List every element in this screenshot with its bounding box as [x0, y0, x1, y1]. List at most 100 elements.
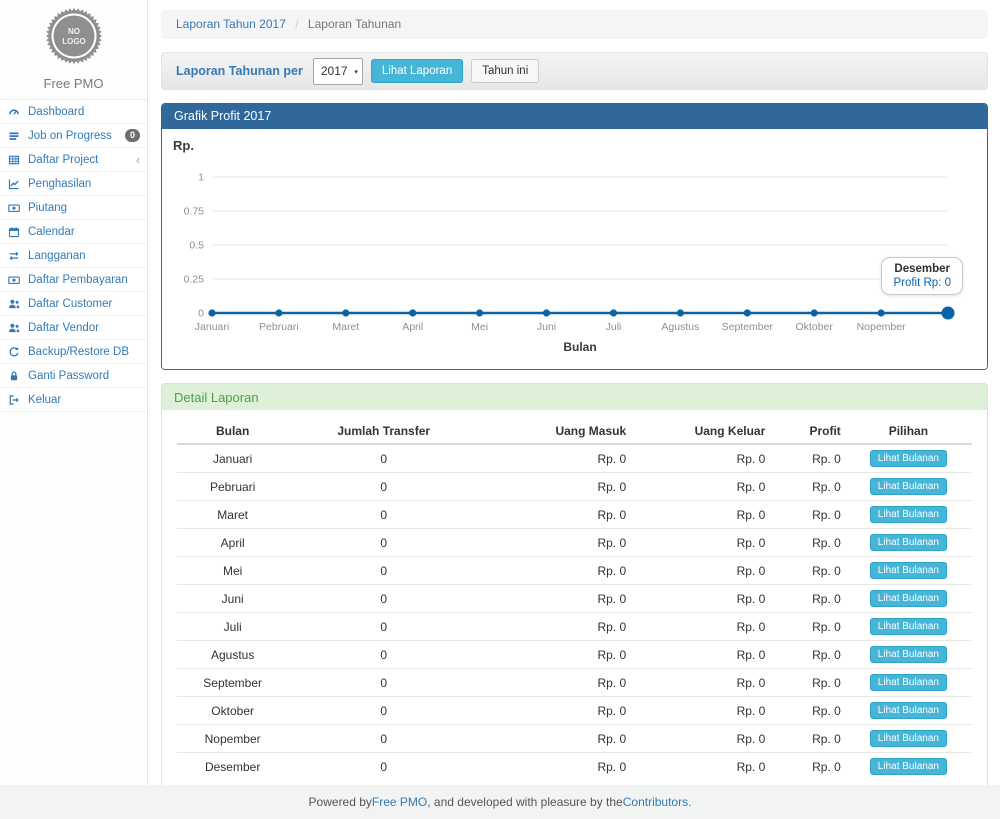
month-cell: Mei: [177, 557, 288, 585]
sidebar-item-label: Job on Progress: [28, 130, 112, 142]
pilihan-cell: Lihat Bulanan: [845, 697, 972, 725]
sidebar-item-keluar[interactable]: Keluar: [0, 388, 147, 412]
sidebar-item-job-on-progress[interactable]: Job on Progress 0: [0, 124, 147, 148]
lihat-bulanan-button[interactable]: Lihat Bulanan: [870, 618, 947, 635]
contributors-link[interactable]: Contributors.: [623, 795, 692, 809]
table-row: Januari0Rp. 0Rp. 0Rp. 0Lihat Bulanan: [177, 444, 972, 473]
svg-text:0.75: 0.75: [184, 206, 205, 218]
sidebar: NOLOGO Free PMO DashboardJob on Progress…: [0, 0, 148, 785]
chevron-left-icon: ‹: [136, 154, 140, 166]
exchange-icon: [8, 250, 23, 262]
lihat-bulanan-button[interactable]: Lihat Bulanan: [870, 758, 947, 775]
lihat-bulanan-button[interactable]: Lihat Bulanan: [870, 646, 947, 663]
uang-masuk-cell: Rp. 0: [479, 613, 630, 641]
lock-icon: [8, 370, 23, 382]
svg-text:Oktober: Oktober: [796, 321, 834, 333]
table-row: Juli0Rp. 0Rp. 0Rp. 0Lihat Bulanan: [177, 613, 972, 641]
refresh-icon: [8, 346, 23, 358]
table-row: Desember0Rp. 0Rp. 0Rp. 0Lihat Bulanan: [177, 753, 972, 781]
tahun-ini-button[interactable]: Tahun ini: [471, 59, 539, 83]
sidebar-item-ganti-password[interactable]: Ganti Password: [0, 364, 147, 388]
uang-keluar-cell: Rp. 0: [630, 501, 769, 529]
lihat-bulanan-button[interactable]: Lihat Bulanan: [870, 450, 947, 467]
sidebar-item-backup-restore-db[interactable]: Backup/Restore DB: [0, 340, 147, 364]
lihat-bulanan-button[interactable]: Lihat Bulanan: [870, 562, 947, 579]
footer: Powered by Free PMO , and developed with…: [0, 785, 1000, 819]
sidebar-item-calendar[interactable]: Calendar: [0, 220, 147, 244]
col-header-uang-masuk: Uang Masuk: [479, 418, 630, 444]
transfer-cell: 0: [288, 641, 479, 669]
sidebar-item-label: Ganti Password: [28, 370, 109, 382]
uang-keluar-cell: Rp. 0: [630, 669, 769, 697]
svg-text:April: April: [402, 321, 423, 333]
sidebar-item-dashboard[interactable]: Dashboard: [0, 100, 147, 124]
svg-text:Rp.: Rp.: [173, 138, 194, 153]
lihat-bulanan-button[interactable]: Lihat Bulanan: [870, 534, 947, 551]
profit-cell: Rp. 0: [769, 444, 845, 473]
job-count-badge: 0: [125, 129, 140, 142]
month-cell: Januari: [177, 444, 288, 473]
pilihan-cell: Lihat Bulanan: [845, 557, 972, 585]
month-cell: Pebruari: [177, 473, 288, 501]
table-row: Nopember0Rp. 0Rp. 0Rp. 0Lihat Bulanan: [177, 725, 972, 753]
year-select[interactable]: 2017: [313, 58, 363, 85]
month-cell: Oktober: [177, 697, 288, 725]
svg-text:September: September: [722, 321, 774, 333]
profit-cell: Rp. 0: [769, 501, 845, 529]
chart-tooltip-value: Profit Rp: 0: [893, 277, 951, 289]
transfer-cell: 0: [288, 529, 479, 557]
table-row: Mei0Rp. 0Rp. 0Rp. 0Lihat Bulanan: [177, 557, 972, 585]
breadcrumb-separator: /: [295, 17, 298, 31]
pilihan-cell: Lihat Bulanan: [845, 444, 972, 473]
free-pmo-link[interactable]: Free PMO: [372, 795, 427, 809]
profit-cell: Rp. 0: [769, 529, 845, 557]
sidebar-item-piutang[interactable]: Piutang: [0, 196, 147, 220]
sidebar-item-label: Daftar Customer: [28, 298, 112, 310]
svg-text:0.5: 0.5: [189, 240, 204, 252]
profit-cell: Rp. 0: [769, 641, 845, 669]
sidebar-item-daftar-project[interactable]: Daftar Project‹: [0, 148, 147, 172]
col-header-bulan: Bulan: [177, 418, 288, 444]
chart-panel: Grafik Profit 2017 Rp.00.250.50.751Janua…: [161, 103, 988, 370]
lihat-bulanan-button[interactable]: Lihat Bulanan: [870, 702, 947, 719]
detail-panel: Detail Laporan Bulan Jumlah Transfer Uan…: [161, 383, 988, 819]
footer-text-prefix: Powered by: [309, 795, 372, 809]
sidebar-item-daftar-vendor[interactable]: Daftar Vendor: [0, 316, 147, 340]
profit-cell: Rp. 0: [769, 557, 845, 585]
uang-masuk-cell: Rp. 0: [479, 557, 630, 585]
uang-keluar-cell: Rp. 0: [630, 444, 769, 473]
report-table: Bulan Jumlah Transfer Uang Masuk Uang Ke…: [177, 418, 972, 804]
lihat-bulanan-button[interactable]: Lihat Bulanan: [870, 674, 947, 691]
transfer-cell: 0: [288, 697, 479, 725]
no-logo-seal-icon: NOLOGO: [45, 7, 103, 65]
transfer-cell: 0: [288, 501, 479, 529]
brand-name: Free PMO: [0, 76, 147, 91]
sidebar-item-label: Daftar Vendor: [28, 322, 99, 334]
uang-keluar-cell: Rp. 0: [630, 613, 769, 641]
sidebar-item-label: Daftar Pembayaran: [28, 274, 128, 286]
sidebar-item-label: Piutang: [28, 202, 67, 214]
sidebar-item-daftar-pembayaran[interactable]: Daftar Pembayaran: [0, 268, 147, 292]
sidebar-item-penghasilan[interactable]: Penghasilan: [0, 172, 147, 196]
pilihan-cell: Lihat Bulanan: [845, 641, 972, 669]
report-table-wrap: Bulan Jumlah Transfer Uang Masuk Uang Ke…: [162, 410, 987, 818]
line-chart-icon: [8, 178, 23, 190]
lihat-bulanan-button[interactable]: Lihat Bulanan: [870, 590, 947, 607]
uang-masuk-cell: Rp. 0: [479, 697, 630, 725]
lihat-bulanan-button[interactable]: Lihat Bulanan: [870, 730, 947, 747]
uang-masuk-cell: Rp. 0: [479, 529, 630, 557]
profit-cell: Rp. 0: [769, 473, 845, 501]
lihat-bulanan-button[interactable]: Lihat Bulanan: [870, 478, 947, 495]
breadcrumb-link-laporan-tahun[interactable]: Laporan Tahun 2017: [176, 17, 286, 31]
table-row: Agustus0Rp. 0Rp. 0Rp. 0Lihat Bulanan: [177, 641, 972, 669]
table-row: Maret0Rp. 0Rp. 0Rp. 0Lihat Bulanan: [177, 501, 972, 529]
sidebar-item-daftar-customer[interactable]: Daftar Customer: [0, 292, 147, 316]
pilihan-cell: Lihat Bulanan: [845, 585, 972, 613]
tasks-icon: [8, 130, 23, 142]
svg-text:Agustus: Agustus: [661, 321, 699, 333]
profit-line-chart[interactable]: Rp.00.250.50.751JanuariPebruariMaretApri…: [170, 133, 982, 365]
sidebar-item-langganan[interactable]: Langganan: [0, 244, 147, 268]
lihat-bulanan-button[interactable]: Lihat Bulanan: [870, 506, 947, 523]
lihat-laporan-button[interactable]: Lihat Laporan: [371, 59, 463, 83]
month-cell: Nopember: [177, 725, 288, 753]
